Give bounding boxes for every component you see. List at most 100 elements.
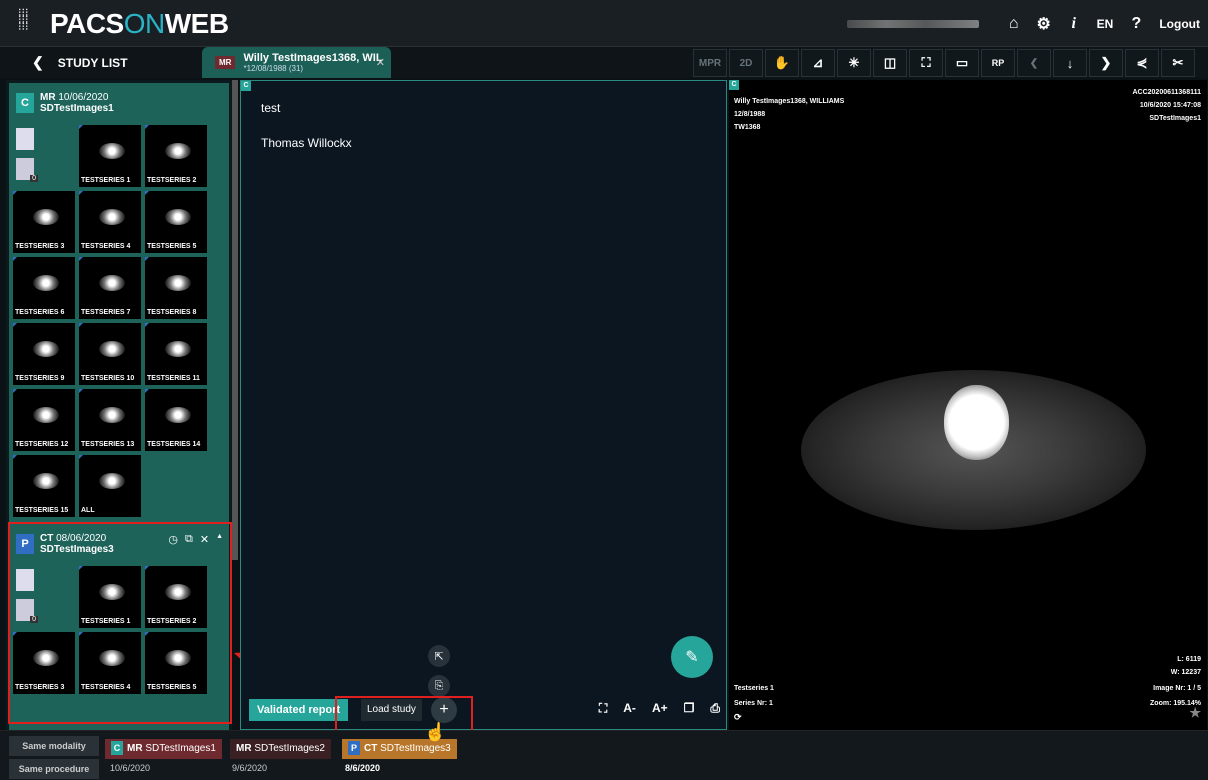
report-documents-thumbnail[interactable]: 0 <box>12 124 76 188</box>
fullscreen-icon[interactable]: ⛶ <box>599 701 607 716</box>
series-label: TESTSERIES 8 <box>147 309 197 316</box>
study-date: 10/06/2020 <box>58 92 109 103</box>
font-increase-button[interactable]: A+ <box>652 701 668 716</box>
sort-icon[interactable]: ↓ <box>1053 49 1087 77</box>
overlay-width: W: 12237 <box>1170 669 1201 676</box>
thumbnail-image <box>33 341 59 357</box>
home-icon[interactable]: ⌂ <box>999 15 1029 33</box>
mpr-button[interactable]: MPR <box>693 49 727 77</box>
study-tab[interactable]: MR SDTestImages2 <box>230 739 331 759</box>
series-label: TESTSERIES 1 <box>81 177 131 184</box>
language-selector[interactable]: EN <box>1089 17 1122 31</box>
series-thumbnail[interactable]: TESTSERIES 2 <box>144 124 208 188</box>
study-list-button[interactable]: ❮ STUDY LIST <box>0 47 200 78</box>
study-card-mr[interactable]: C MR 10/06/2020 SDTestImages1 0 TESTSERIES… <box>9 83 229 523</box>
series-thumbnail[interactable]: TESTSERIES 5 <box>144 190 208 254</box>
same-modality-button[interactable]: Same modality <box>9 736 99 756</box>
logo-text: PACSONWEB <box>50 8 229 39</box>
series-thumbnail[interactable]: TESTSERIES 14 <box>144 388 208 452</box>
series-thumbnail[interactable]: TESTSERIES 3 <box>12 190 76 254</box>
pan-hand-icon[interactable]: ✋ <box>765 49 799 77</box>
report-doc-icon <box>16 128 34 150</box>
series-thumbnail[interactable]: TESTSERIES 10 <box>78 322 142 386</box>
document-icon: 0 <box>16 158 38 182</box>
close-icon[interactable]: ✕ <box>376 56 385 69</box>
thumbnail-image <box>33 275 59 291</box>
series-thumbnail[interactable]: TESTSERIES 6 <box>12 256 76 320</box>
series-thumbnail[interactable]: ALL <box>78 454 142 518</box>
patient-name: Willy TestImages1368, WIL <box>243 51 383 64</box>
export-icon[interactable]: ⇱ <box>428 645 450 667</box>
series-thumbnail[interactable]: TESTSERIES 12 <box>12 388 76 452</box>
overlay-dob: 12/8/1988 <box>734 111 766 118</box>
thumbnail-image <box>33 209 59 225</box>
series-thumbnail[interactable]: TESTSERIES 11 <box>144 322 208 386</box>
series-thumbnail[interactable]: TESTSERIES 7 <box>78 256 142 320</box>
image-viewer[interactable]: C Willy TestImages1368, WILLIAMS 12/8/19… <box>729 80 1207 730</box>
edit-report-button[interactable]: ✎ <box>671 636 713 678</box>
print-icon[interactable]: ⎙ <box>710 701 720 716</box>
tools-icon[interactable]: ✂ <box>1161 49 1195 77</box>
previous-icon[interactable]: ❮ <box>1017 49 1051 77</box>
overlay-series-name: Testseries 1 <box>734 685 774 692</box>
measure-icon[interactable]: ⊿ <box>801 49 835 77</box>
layout-icon[interactable]: ◫ <box>873 49 907 77</box>
report-panel[interactable]: C test Thomas Willockx ⇱ ⎘ ✎ Validated r… <box>240 80 727 730</box>
series-label: TESTSERIES 15 <box>15 507 69 514</box>
star-icon[interactable]: ★ <box>1189 706 1201 719</box>
patient-tab[interactable]: MR Willy TestImages1368, WIL *12/08/1988… <box>202 47 391 78</box>
validated-report-button[interactable]: Validated report <box>249 699 349 721</box>
study-tab-badge: C <box>111 741 123 755</box>
study-tab[interactable]: C MR SDTestImages1 <box>105 739 222 759</box>
overlay-series-nr: Series Nr: 1 <box>734 700 773 707</box>
scrollbar[interactable] <box>232 80 238 560</box>
gear-icon[interactable]: ⚙ <box>1029 14 1059 34</box>
thumbnail-image <box>165 407 191 423</box>
study-tab-date: 10/6/2020 <box>110 763 151 773</box>
series-label: TESTSERIES 14 <box>147 441 201 448</box>
logout-button[interactable]: Logout <box>1151 17 1208 31</box>
bottom-bar: Same modality Same procedure C MR SDTestI… <box>0 730 1208 780</box>
info-icon[interactable]: i <box>1059 15 1089 33</box>
2d-button[interactable]: 2D <box>729 49 763 77</box>
thumbnail-image <box>33 407 59 423</box>
series-label: TESTSERIES 6 <box>15 309 65 316</box>
next-icon[interactable]: ❯ <box>1089 49 1123 77</box>
thumbnail-image <box>165 341 191 357</box>
series-label: TESTSERIES 7 <box>81 309 131 316</box>
thumbnail-image <box>33 473 59 489</box>
help-icon[interactable]: ? <box>1121 15 1151 33</box>
link-icon[interactable]: ⟳ <box>734 712 742 722</box>
series-thumbnail[interactable]: TESTSERIES 4 <box>78 190 142 254</box>
series-thumbnail[interactable]: TESTSERIES 9 <box>12 322 76 386</box>
viewer-corner-marker: C <box>729 80 739 90</box>
overlay-datetime: 10/6/2020 15:47:08 <box>1139 102 1201 109</box>
study-tab-modality: CT <box>364 743 378 754</box>
patient-dob: *12/08/1988 (31) <box>243 63 304 73</box>
thumbnail-corner-marker <box>79 323 83 327</box>
thumbnail-corner-marker <box>79 389 83 393</box>
series-thumbnail[interactable]: TESTSERIES 1 <box>78 124 142 188</box>
viewer-toolbar: MPR 2D ✋ ⊿ ✳ ◫ ⛶ ▭ RP ❮ ↓ ❯ ⋞ ✂ <box>693 49 1195 77</box>
series-thumbnail[interactable]: TESTSERIES 8 <box>144 256 208 320</box>
study-tab-modality: MR <box>127 743 143 754</box>
thumbnail-corner-marker <box>79 257 83 261</box>
series-label: TESTSERIES 2 <box>147 177 197 184</box>
series-label: TESTSERIES 13 <box>81 441 135 448</box>
fullscreen-icon[interactable]: ⛶ <box>909 49 943 77</box>
monitor-icon[interactable]: ▭ <box>945 49 979 77</box>
modality-badge: MR <box>215 56 236 69</box>
window-level-icon[interactable]: ✳ <box>837 49 871 77</box>
copy-icon[interactable]: ❐ <box>684 701 695 716</box>
rp-button[interactable]: RP <box>981 49 1015 77</box>
same-procedure-button[interactable]: Same procedure <box>9 759 99 779</box>
font-decrease-button[interactable]: A- <box>623 701 636 716</box>
share-icon[interactable]: ⋞ <box>1125 49 1159 77</box>
series-thumbnail[interactable]: TESTSERIES 15 <box>12 454 76 518</box>
overlay-image-nr: Image Nr: 1 / 5 <box>1153 685 1201 692</box>
top-bar: ⁝⁝⁝ ⁝⁝⁝ ⁝⁝⁝ PACSONWEB ⌂ ⚙ i EN ? Logout <box>0 0 1208 47</box>
tab-row: ❮ STUDY LIST MR Willy TestImages1368, WIL… <box>0 47 1208 78</box>
chevron-left-icon: ❮ <box>32 54 44 70</box>
logo-mark-icon: ⁝⁝⁝ ⁝⁝⁝ ⁝⁝⁝ <box>18 6 29 33</box>
series-thumbnail[interactable]: TESTSERIES 13 <box>78 388 142 452</box>
